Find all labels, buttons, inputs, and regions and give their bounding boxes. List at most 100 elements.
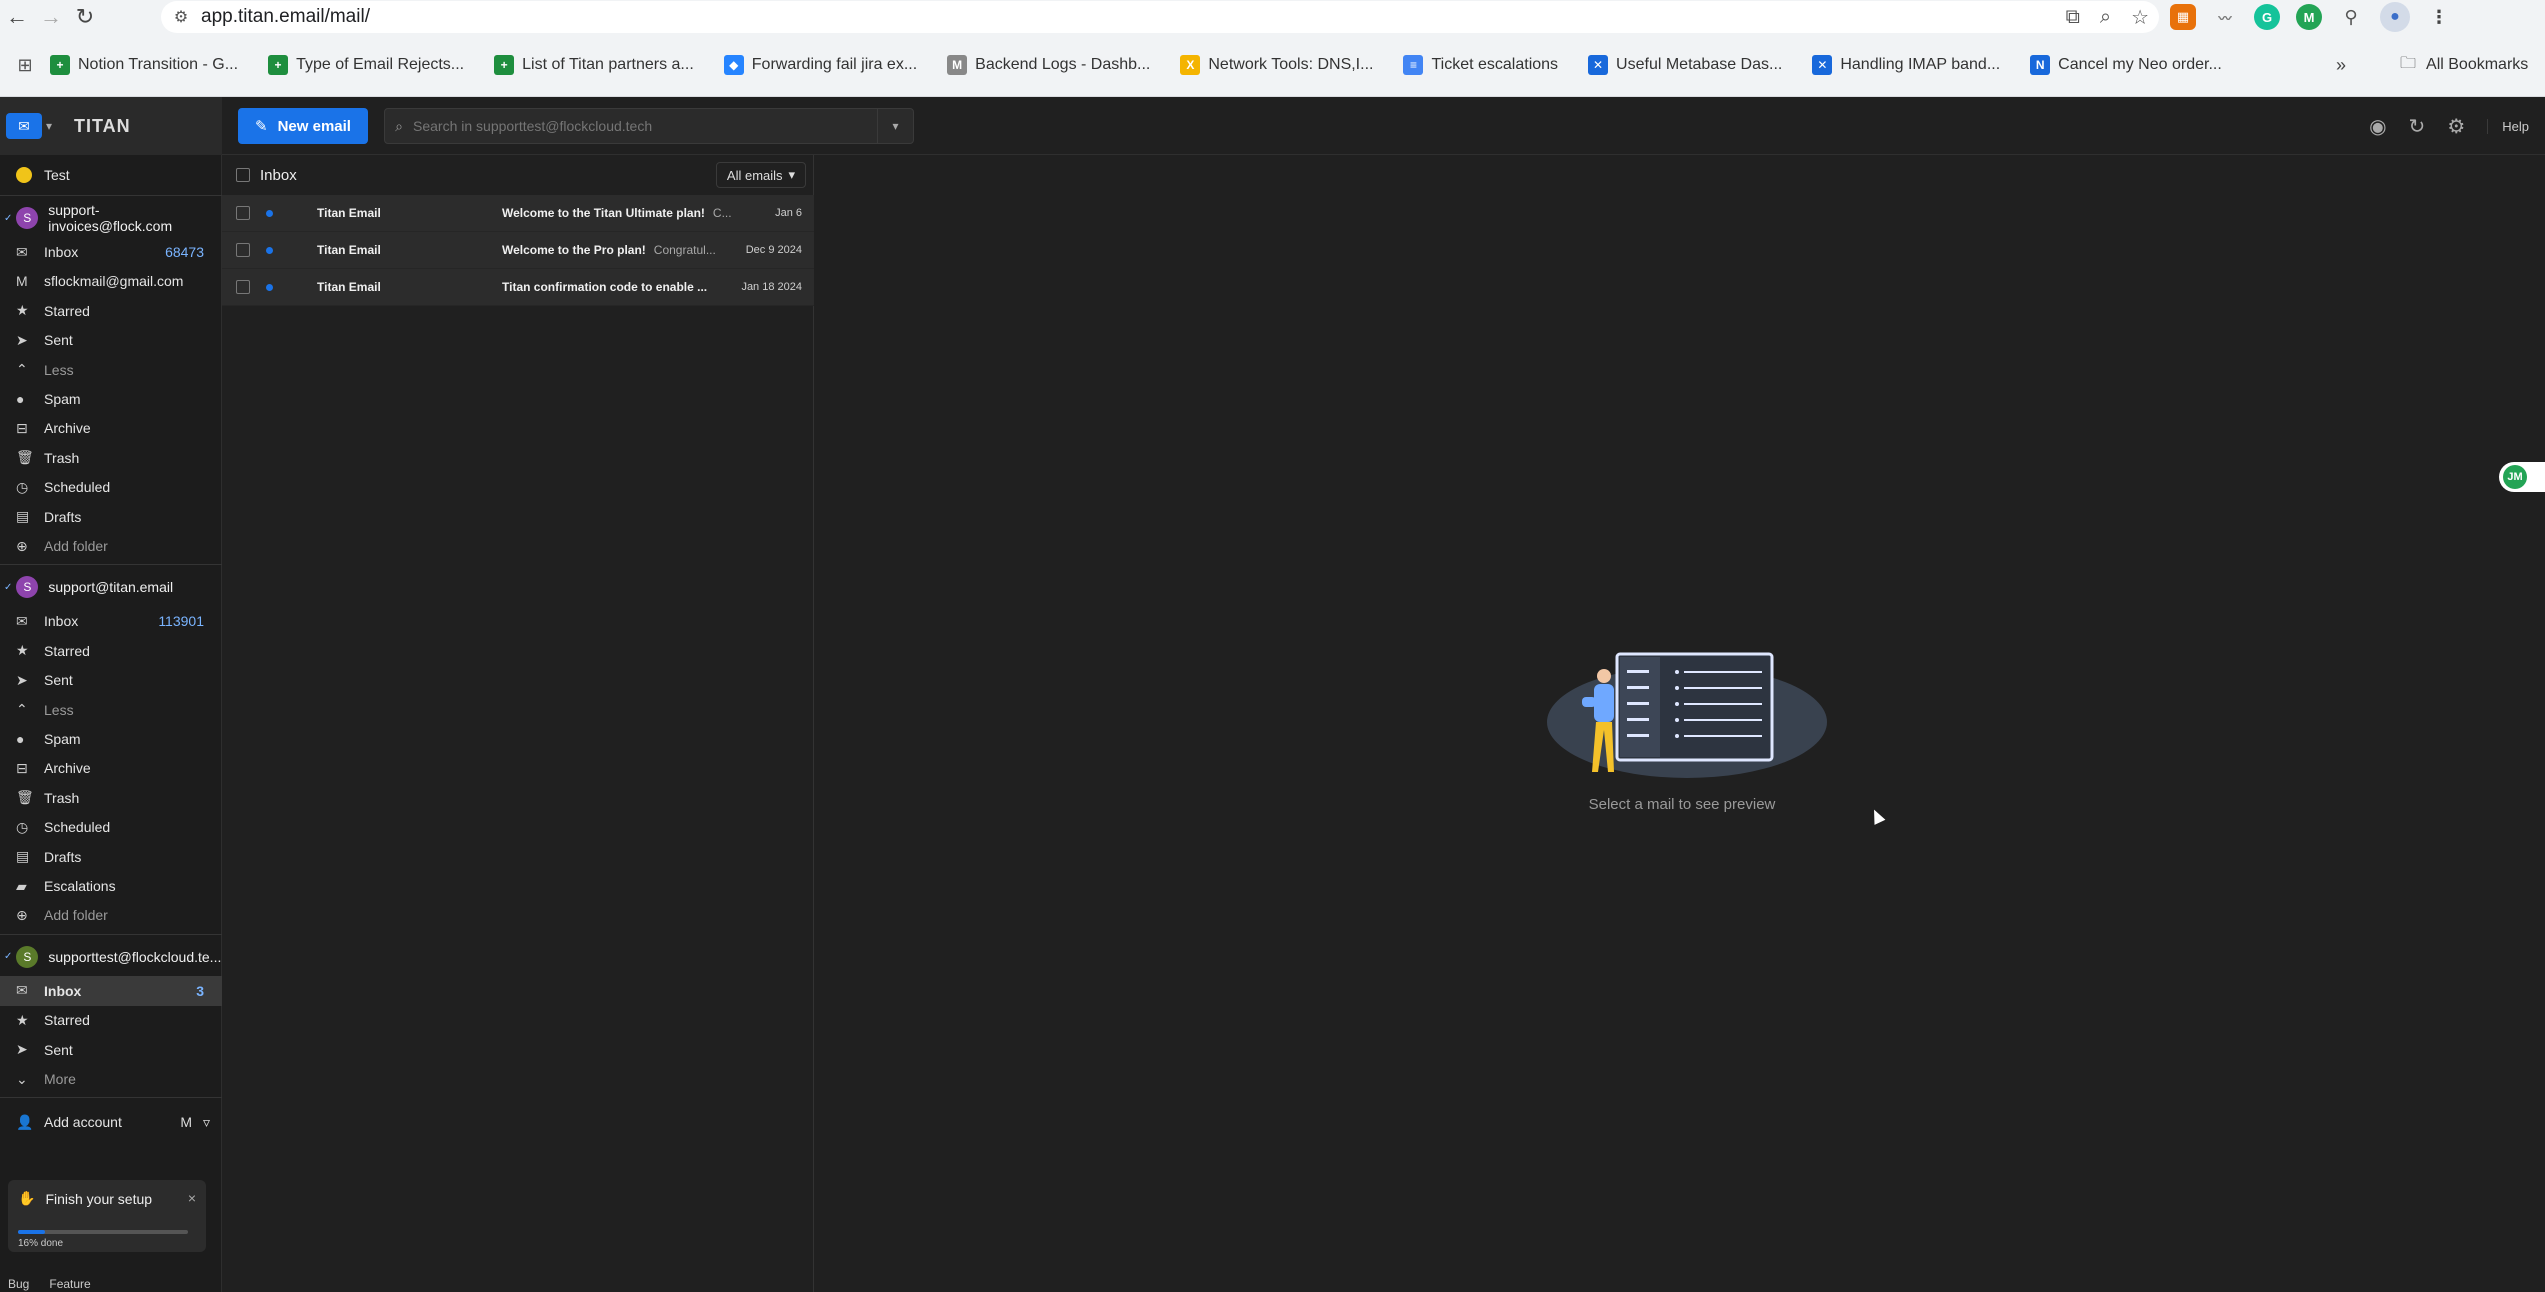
bookmark-item[interactable]: M Backend Logs - Dashb...: [947, 55, 1150, 75]
add-account-button[interactable]: 👤 Add account M ▿: [0, 1107, 222, 1137]
sidebar-item-sent[interactable]: ➤ Sent: [0, 665, 222, 695]
extension-grammarly-icon[interactable]: G: [2254, 4, 2280, 30]
sidebar-item-add-folder[interactable]: ⊕ Add folder: [0, 900, 222, 930]
sidebar-item-inbox[interactable]: ✉ Inbox 3: [0, 975, 222, 1006]
sidebar-item-drafts[interactable]: ▤ Drafts: [0, 502, 222, 532]
settings-gear-icon[interactable]: ⚙: [2447, 114, 2465, 139]
add-account-label: Add account: [44, 1114, 122, 1131]
setup-progress-label: 16% done: [18, 1238, 64, 1249]
zoom-icon[interactable]: ⌕: [2100, 6, 2111, 29]
sidebar-item-starred[interactable]: ★ Starred: [0, 296, 222, 326]
account-header[interactable]: ✓ Ssupport@titan.email: [0, 570, 222, 604]
mail-subject: Welcome to the Pro plan!: [502, 243, 646, 257]
bookmark-item[interactable]: X Network Tools: DNS,I...: [1180, 55, 1373, 75]
search-options-chevron-icon[interactable]: ▾: [877, 108, 913, 144]
titan-icon[interactable]: ▿: [203, 1114, 210, 1131]
apps-grid-icon[interactable]: ⊞: [0, 55, 50, 76]
account-header[interactable]: ✓ Ssupporttest@flockcloud.te...: [0, 940, 222, 974]
new-email-button[interactable]: ✎ New email: [238, 108, 368, 144]
bookmark-item[interactable]: ✕ Useful Metabase Das...: [1588, 55, 1782, 75]
bookmark-star-icon[interactable]: ☆: [2131, 5, 2149, 30]
more-bookmarks-icon[interactable]: »: [2336, 55, 2346, 76]
floating-assistant-button[interactable]: JM: [2499, 462, 2545, 492]
sidebar-item-spam[interactable]: ● Spam: [0, 724, 222, 754]
sidebar-item-archive[interactable]: ⊟ Archive: [0, 753, 222, 783]
sidebar-item-trash[interactable]: 🗑 Trash: [0, 443, 222, 473]
sidebar-item-inbox[interactable]: ✉ Inbox 68473: [0, 237, 222, 267]
sidebar-item-starred[interactable]: ★ Starred: [0, 1005, 222, 1035]
sidebar-item-less[interactable]: ⌃ Less: [0, 695, 222, 725]
mail-date: Jan 6: [775, 207, 802, 219]
mail-date: Dec 9 2024: [745, 244, 802, 256]
all-bookmarks-button[interactable]: 🗀 All Bookmarks: [2400, 52, 2528, 79]
bookmark-item[interactable]: + List of Titan partners a...: [494, 55, 694, 75]
finish-setup-card[interactable]: ✋ Finish your setup × 16% done: [8, 1180, 206, 1252]
bookmark-label: Forwarding fail jira ex...: [751, 56, 918, 73]
extension-m-icon[interactable]: M: [2296, 4, 2322, 30]
bookmark-item[interactable]: N Cancel my Neo order...: [2030, 55, 2222, 75]
app-switcher-mail-icon[interactable]: ✉: [6, 113, 42, 139]
gmail-icon[interactable]: M: [180, 1114, 192, 1130]
reload-icon[interactable]: ↻: [68, 0, 102, 34]
address-bar[interactable]: ⚙ app.titan.email/mail/ ⧉ ⌕ ☆: [161, 1, 2159, 33]
mail-row[interactable]: Titan Email Welcome to the Titan Ultimate…: [222, 195, 814, 232]
mail-row[interactable]: Titan Email Welcome to the Pro plan! Congr…: [222, 232, 814, 269]
sidebar-item-more[interactable]: ⌄ More: [0, 1064, 222, 1094]
bookmark-item[interactable]: ◆ Forwarding fail jira ex...: [723, 55, 918, 75]
app-switcher-caret-icon[interactable]: ▾: [46, 119, 52, 133]
add-folder-icon: ⊕: [16, 906, 28, 923]
sidebar-item-scheduled[interactable]: ◷ Scheduled: [0, 812, 222, 842]
sidebar-item-scheduled[interactable]: ◷ Scheduled: [0, 472, 222, 502]
browser-menu-icon[interactable]: ⋮: [2426, 4, 2452, 30]
search-input[interactable]: [413, 118, 877, 134]
sidebar-item-add-folder[interactable]: ⊕ Add folder: [0, 531, 222, 561]
extension-chart-icon[interactable]: ▦: [2170, 4, 2196, 30]
bookmark-item[interactable]: ✕ Handling IMAP band...: [1812, 55, 2000, 75]
profile-avatar-icon[interactable]: ●: [2380, 2, 2410, 32]
folder-sidebar: Test ✋ Finish your setup × 16% done Bug Fe…: [0, 155, 222, 1292]
mail-row[interactable]: Titan Email Titan confirmation code to en…: [222, 269, 814, 306]
sidebar-item-archive[interactable]: ⊟ Archive: [0, 413, 222, 443]
sidebar-item-trash[interactable]: 🗑 Trash: [0, 783, 222, 813]
sidebar-item-label: Scheduled: [44, 819, 111, 836]
divider: [0, 564, 222, 566]
sidebar-item-starred[interactable]: ★ Starred: [0, 636, 222, 666]
bookmark-list: + Notion Transition - G... + Type of Email …: [50, 55, 2252, 75]
bookmark-item[interactable]: + Notion Transition - G...: [50, 55, 238, 75]
search-bar[interactable]: ⌕ ▾: [384, 108, 914, 144]
back-icon[interactable]: ←: [0, 0, 34, 34]
bookmark-item[interactable]: + Type of Email Rejects...: [268, 55, 464, 75]
open-external-icon[interactable]: ⧉: [2066, 6, 2080, 29]
sidebar-item-sent[interactable]: ➤ Sent: [0, 1035, 222, 1065]
account-header[interactable]: ✓ Ssupport-invoices@flock.com: [0, 201, 222, 235]
sidebar-item-escalations[interactable]: ▰ Escalations: [0, 871, 222, 901]
filter-dropdown[interactable]: All emails ▾: [716, 162, 806, 188]
feedback-link-feature[interactable]: Feature: [49, 1277, 90, 1292]
mail-checkbox[interactable]: [236, 206, 250, 220]
help-button[interactable]: Help: [2487, 118, 2529, 134]
sidebar-item-drafts[interactable]: ▤ Drafts: [0, 842, 222, 872]
search-icon: ⌕: [395, 117, 403, 134]
select-all-checkbox[interactable]: [236, 168, 250, 182]
reading-pane-eye-icon[interactable]: ◉: [2369, 114, 2386, 139]
setup-progress-bar: [18, 1230, 188, 1234]
refresh-icon[interactable]: ↻: [2409, 114, 2426, 139]
sidebar-item-sflockmail-gmail-com[interactable]: Msflockmail@gmail.com: [0, 266, 222, 296]
sidebar-item-spam[interactable]: ● Spam: [0, 384, 222, 414]
bookmark-item[interactable]: ≡ Ticket escalations: [1403, 55, 1558, 75]
sidebar-item-sent[interactable]: ➤ Sent: [0, 325, 222, 355]
close-icon[interactable]: ×: [188, 1190, 196, 1206]
feedback-link-bug[interactable]: Bug: [8, 1277, 29, 1292]
extensions-puzzle-icon[interactable]: ⚲: [2338, 4, 2364, 30]
site-info-icon[interactable]: ⚙: [161, 7, 201, 27]
extension-signal-icon[interactable]: 〰: [2212, 4, 2238, 30]
sidebar-item-inbox[interactable]: ✉ Inbox 113901: [0, 606, 222, 636]
bookmarks-bar: ⊞ + Notion Transition - G... + Type of Emai…: [0, 34, 2545, 97]
sidebar-item-less[interactable]: ⌃ Less: [0, 355, 222, 385]
forward-icon[interactable]: →: [34, 0, 68, 34]
tag-test[interactable]: Test: [0, 160, 222, 190]
draft-icon: ▤: [16, 508, 30, 525]
url-text[interactable]: app.titan.email/mail/: [201, 6, 370, 28]
mail-checkbox[interactable]: [236, 243, 250, 257]
mail-checkbox[interactable]: [236, 280, 250, 294]
